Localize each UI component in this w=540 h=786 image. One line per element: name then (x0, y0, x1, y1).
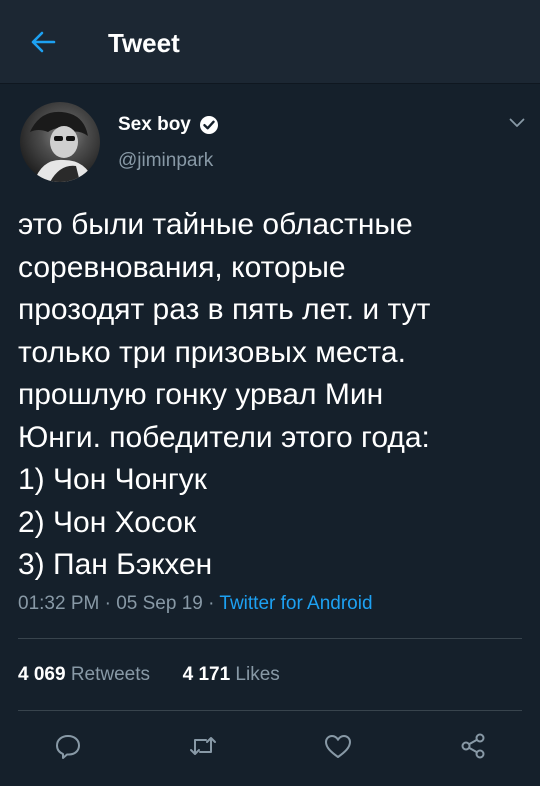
meta-separator: · (208, 593, 215, 614)
tweet-meta: 01:32 PM · 05 Sep 19 · Twitter for Andro… (18, 593, 373, 615)
tweet-screen: Tweet Sex boy @jiminpark это были тайные… (0, 0, 540, 786)
verified-badge-icon (199, 115, 219, 135)
reply-icon (56, 735, 80, 759)
author-row: Sex boy (118, 114, 219, 136)
share-icon (461, 733, 485, 759)
arrow-left-icon (31, 31, 56, 53)
page-title: Tweet (108, 28, 180, 58)
tweet-line: соревнования, которые (18, 250, 346, 284)
retweets-count: 4 069 (18, 664, 66, 685)
tweet-text: это были тайные областные соревнования, … (18, 204, 528, 587)
top-bar: Tweet (0, 0, 540, 84)
tweet-menu-button[interactable] (506, 112, 528, 134)
heart-icon (325, 735, 351, 758)
meta-separator: · (104, 593, 111, 614)
chevron-down-icon (509, 118, 525, 127)
avatar[interactable] (20, 102, 100, 182)
like-button[interactable] (320, 728, 356, 764)
avatar-image (30, 111, 94, 182)
reply-button[interactable] (50, 728, 86, 764)
tweet-date: 05 Sep 19 (116, 593, 203, 614)
author-handle[interactable]: @jiminpark (118, 150, 213, 172)
likes-label: Likes (235, 664, 280, 685)
tweet-line: 3) Пан Бэкхен (18, 548, 213, 581)
divider (18, 710, 522, 711)
tweet-line: Юнги. победители этого года: (18, 420, 430, 454)
likes-stat[interactable]: 4 171 Likes (183, 664, 280, 685)
retweets-label: Retweets (70, 664, 151, 685)
author-name[interactable]: Sex boy (118, 114, 191, 136)
retweets-stat[interactable]: 4 069 Retweets (18, 664, 155, 685)
likes-count: 4 171 (182, 664, 231, 685)
retweet-icon (190, 737, 216, 755)
back-button[interactable] (28, 27, 58, 57)
tweet-line: прозодят раз в пять лет. и тут (18, 293, 431, 326)
retweet-button[interactable] (185, 728, 221, 764)
tweet-line: это были тайные областные (18, 208, 413, 241)
divider (18, 638, 522, 639)
tweet-time: 01:32 PM (18, 593, 100, 614)
tweet-line: прошлую гонку урвал Мин (18, 378, 384, 411)
tweet-source-link[interactable]: Twitter for Android (219, 593, 372, 614)
tweet-line: только три призовых места. (18, 335, 406, 369)
tweet-line: 2) Чон Хосок (18, 505, 197, 539)
tweet-stats: 4 069 Retweets 4 171 Likes (18, 664, 280, 686)
share-button[interactable] (455, 728, 491, 764)
tweet-line: 1) Чон Чонгук (18, 463, 207, 496)
